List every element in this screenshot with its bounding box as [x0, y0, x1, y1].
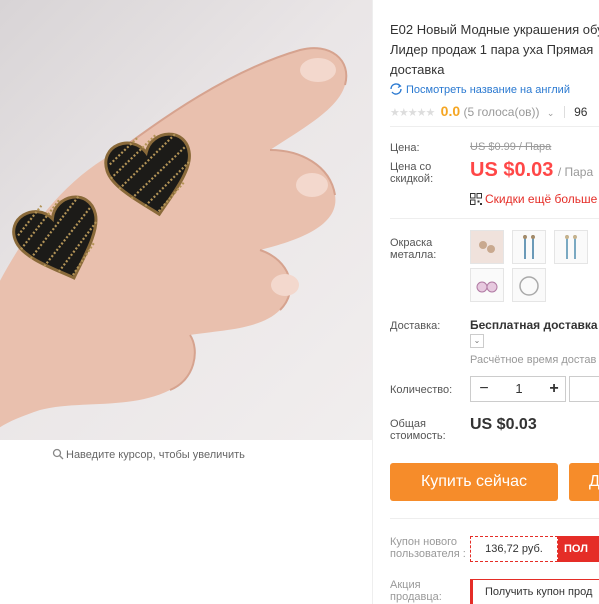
orders-count: 96 — [574, 105, 588, 119]
product-photo — [0, 47, 348, 428]
rating-value: 0.0 — [440, 103, 461, 119]
color-label: Окраска металла: — [390, 237, 437, 261]
hoop-earring-icon — [519, 276, 539, 296]
feather-earring-icon — [523, 235, 535, 259]
chevron-down-icon: ⌄ — [473, 336, 481, 345]
quantity-decrease-button[interactable]: − — [471, 377, 497, 401]
price-row: US $0.03 / Пара — [470, 159, 593, 182]
translate-link[interactable]: Посмотреть название на англий — [389, 82, 570, 96]
qr-code-icon — [470, 193, 482, 205]
separator — [563, 106, 565, 118]
discount-price: US $0.03 — [470, 159, 554, 181]
delivery-estimate: Расчётное время достав — [470, 354, 597, 366]
translate-link-text: Посмотреть название на англий — [406, 84, 570, 96]
color-swatch-3[interactable] — [554, 230, 588, 264]
quantity-increase-button[interactable]: + — [541, 377, 567, 401]
new-user-coupon-label: Купон нового пользователя : — [390, 536, 466, 560]
coupon-value: 136,72 руб. — [470, 536, 558, 562]
product-details-panel: E02 Новый Модные украшения обувь Лидер п… — [372, 0, 599, 604]
rating-count[interactable]: (5 голоса(ов)) — [463, 105, 539, 119]
feather-earring-icon — [565, 235, 577, 259]
seller-coupon-button[interactable]: Получить купон прод — [470, 579, 599, 604]
shipping-options-dropdown[interactable]: ⌄ — [470, 334, 484, 348]
more-discounts-link[interactable]: Скидки ещё больше — [470, 190, 597, 208]
total-label: Общая стоимость: — [390, 418, 446, 442]
divider — [390, 518, 599, 519]
chevron-down-icon[interactable]: ⌄ — [547, 108, 555, 118]
shipping-label: Доставка: — [390, 320, 441, 332]
get-coupon-button[interactable]: ПОЛ — [558, 536, 599, 562]
product-image[interactable] — [0, 0, 372, 440]
zoom-hint: Наведите курсор, чтобы увеличить — [52, 448, 245, 461]
price-label: Цена: — [390, 142, 420, 154]
translate-icon — [390, 83, 402, 95]
more-discounts-text: Скидки ещё больше — [485, 192, 598, 206]
product-title: E02 Новый Модные украшения обувь Лидер п… — [390, 22, 599, 77]
original-price: US $0.99 / Пара — [470, 141, 552, 153]
star-rating-icon: ★★★★★ — [390, 107, 435, 119]
color-swatch-5[interactable] — [512, 268, 546, 302]
earring-stud-icon — [471, 231, 503, 263]
quantity-label: Количество: — [390, 384, 453, 396]
buy-now-button[interactable]: Купить сейчас — [390, 463, 558, 501]
color-swatch-1[interactable] — [470, 230, 504, 264]
add-to-cart-button[interactable]: Д — [569, 463, 599, 501]
divider — [390, 126, 599, 127]
stock-info — [569, 376, 599, 402]
crystal-drop-earring-icon — [476, 281, 498, 293]
color-swatch-4[interactable] — [470, 268, 504, 302]
quantity-stepper: − 1 + — [470, 376, 566, 402]
shipping-value: Бесплатная доставка в — [470, 318, 599, 332]
zoom-hint-text: Наведите курсор, чтобы увеличить — [66, 449, 245, 461]
seller-promo-label: Акция продавца: — [390, 579, 442, 603]
total-price: US $0.03 — [470, 416, 537, 433]
divider — [390, 218, 599, 219]
color-swatch-2[interactable] — [512, 230, 546, 264]
quantity-input[interactable]: 1 — [497, 377, 541, 401]
magnifier-icon — [52, 448, 64, 460]
rating-row: ★★★★★ 0.0 (5 голоса(ов)) ⌄ 96 — [390, 103, 587, 119]
discount-price-label: Цена со скидкой: — [390, 161, 434, 185]
price-unit: / Пара — [557, 165, 594, 179]
